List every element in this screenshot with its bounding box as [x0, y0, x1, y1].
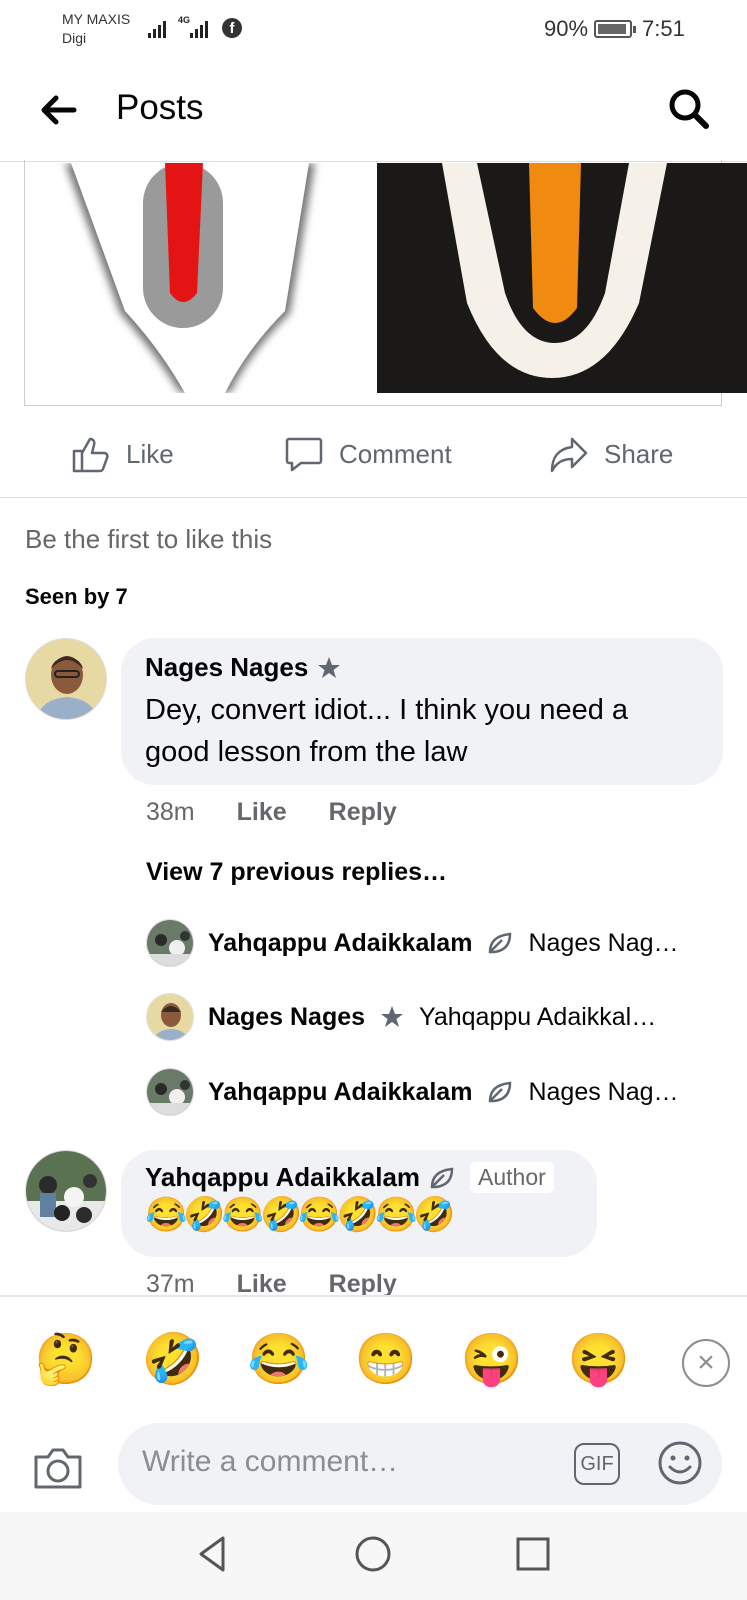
comment-bubble-icon	[285, 437, 323, 472]
comment-input[interactable]: Write a comment… GIF	[118, 1423, 722, 1505]
comment-bubble[interactable]: Yahqappu Adaikkalam Author 😂🤣😂🤣😂🤣😂🤣	[121, 1150, 597, 1257]
comment-bubble[interactable]: Nages Nages Dey, convert idiot... I thin…	[121, 638, 723, 785]
avatar	[146, 993, 194, 1041]
seen-by-count[interactable]: Seen by 7	[25, 584, 128, 610]
clock: 7:51	[642, 16, 685, 41]
comment-label: Comment	[339, 438, 452, 469]
emoji-thinking-button[interactable]: 🤔	[34, 1327, 98, 1391]
avatar	[146, 919, 194, 967]
comment-text: 😂🤣😂🤣😂🤣😂🤣	[145, 1196, 456, 1234]
carrier-label: MY MAXIS Digi	[62, 11, 131, 46]
comment-time: 38m	[146, 798, 195, 826]
emoji-suggestion-row: 🤔 🤣 😂 😁 😜 😝 ×	[0, 1327, 747, 1397]
status-bar: MY MAXIS Digi 4G f 90% 7:51	[0, 0, 747, 62]
comment-like-link[interactable]: Like	[237, 798, 287, 827]
search-icon[interactable]	[664, 84, 714, 134]
comment-button[interactable]: Comment	[283, 432, 452, 476]
close-icon[interactable]: ×	[682, 1339, 730, 1387]
reply-item[interactable]: Yahqappu Adaikkalam Nages Nag…	[146, 1067, 679, 1117]
comment-meta: 38m Like Reply	[146, 798, 397, 827]
leaf-badge-icon	[430, 1167, 454, 1188]
reply-item[interactable]: Yahqappu Adaikkalam Nages Nag…	[146, 918, 679, 968]
thumbs-up-icon	[72, 437, 109, 473]
star-badge-icon	[318, 656, 341, 678]
emoji-rofl-button[interactable]: 🤣	[141, 1327, 205, 1391]
comment-text: Dey, convert idiot... I think you need a…	[145, 694, 629, 768]
first-like-prompt[interactable]: Be the first to like this	[25, 524, 272, 555]
facebook-notification-icon: f	[222, 18, 242, 38]
reply-author: Yahqappu Adaikkalam	[208, 928, 473, 957]
avatar[interactable]	[25, 1150, 107, 1232]
nav-recents-icon[interactable]	[513, 1534, 553, 1574]
reply-author: Yahqappu Adaikkalam	[208, 1077, 473, 1106]
view-previous-replies-link[interactable]: View 7 previous replies…	[146, 858, 447, 887]
share-label: Share	[604, 438, 674, 469]
reply-preview: Nages Nag…	[528, 1077, 679, 1106]
share-button[interactable]: Share	[548, 432, 673, 476]
network-type-label: 4G	[178, 15, 191, 25]
share-arrow-icon	[550, 437, 588, 473]
comment-reply-link[interactable]: Reply	[329, 798, 397, 827]
avatar	[146, 1068, 194, 1116]
star-badge-icon	[381, 1006, 404, 1027]
nav-back-icon[interactable]	[193, 1534, 233, 1574]
battery-icon	[594, 20, 636, 38]
nav-home-icon[interactable]	[353, 1534, 393, 1574]
back-arrow-icon[interactable]	[38, 90, 78, 130]
post-image-right[interactable]	[377, 163, 747, 393]
like-label: Like	[126, 438, 174, 469]
reply-preview: Nages Nag…	[528, 928, 679, 957]
like-button[interactable]: Like	[70, 432, 174, 476]
reply-preview: Yahqappu Adaikkal…	[419, 1002, 657, 1031]
reply-item[interactable]: Nages Nages Yahqappu Adaikkal…	[146, 992, 656, 1042]
emoji-squint-tongue-button[interactable]: 😝	[567, 1327, 631, 1391]
leaf-badge-icon	[489, 1081, 512, 1103]
post-image-left[interactable]	[25, 163, 377, 393]
system-nav-bar	[0, 1512, 747, 1600]
gif-button[interactable]: GIF	[574, 1443, 620, 1485]
emoji-wink-tongue-button[interactable]: 😜	[460, 1327, 524, 1391]
emoji-grin-button[interactable]: 😁	[354, 1327, 418, 1391]
emoji-picker-icon[interactable]	[656, 1439, 704, 1487]
comment-author[interactable]: Yahqappu Adaikkalam Author	[145, 1162, 554, 1193]
signal-icon-2	[190, 18, 208, 38]
leaf-badge-icon	[489, 932, 512, 954]
avatar[interactable]	[25, 638, 107, 720]
author-tag: Author	[470, 1162, 554, 1193]
comment-input-placeholder: Write a comment…	[142, 1445, 399, 1478]
post-actions-bar: Like Comment Share	[0, 418, 747, 498]
comment-author[interactable]: Nages Nages	[145, 652, 342, 683]
battery-percent: 90%	[544, 16, 589, 41]
signal-icon	[148, 18, 166, 38]
emoji-joy-button[interactable]: 😂	[247, 1327, 311, 1391]
reply-author: Nages Nages	[208, 1002, 366, 1031]
app-header: Posts	[0, 62, 747, 162]
camera-icon[interactable]	[32, 1443, 84, 1493]
page-title: Posts	[116, 88, 204, 127]
